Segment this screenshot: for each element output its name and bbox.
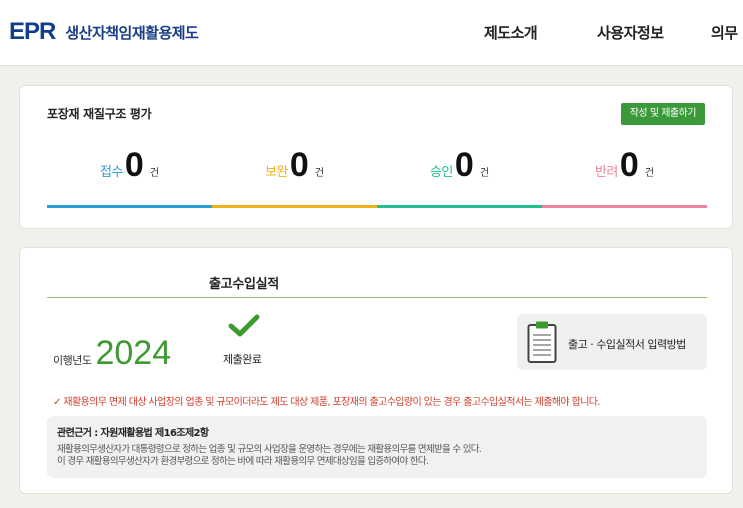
stat-rejected[interactable]: 반려 0 건 [542, 148, 707, 208]
stat-supplement[interactable]: 보완 0 건 [212, 148, 377, 208]
legal-reference-line: 이 경우 재활용의무생산자가 환경부령으로 정하는 바에 따라 재활용의무 면제… [57, 456, 429, 467]
evaluation-stats: 접수 0 건 보완 0 건 승인 0 건 반려 0 건 [47, 148, 707, 208]
legal-reference-box: 관련근거 : 자원재활용법 제16조제2항 재활용의무생산자가 대통령령으로 정… [47, 416, 707, 478]
stat-bar [47, 205, 212, 208]
top-header: EPR 생산자책임재활용제도 제도소개 사용자정보 의무 [0, 0, 743, 66]
stat-received[interactable]: 접수 0 건 [47, 148, 212, 208]
clipboard-icon [527, 321, 557, 363]
stat-count: 0 [454, 146, 474, 184]
stat-count: 0 [289, 146, 309, 184]
input-guide-button[interactable]: 출고 · 수입실적서 입력방법 [517, 314, 707, 370]
shipping-card: 출고수입실적 이행년도 2024 제출완료 출고 · 수입실적서 입력방법 ✓ … [19, 247, 733, 494]
shipping-header: 출고수입실적 [47, 260, 707, 298]
input-guide-label: 출고 · 수입실적서 입력방법 [568, 338, 686, 351]
stat-label: 승인 [429, 165, 453, 180]
exemption-notice: ✓ 재활용의무 면제 대상 사업장의 업종 및 규모이더라도 제도 대상 제품,… [53, 397, 601, 408]
shipping-title: 출고수입실적 [209, 277, 279, 292]
nav-item-obligation[interactable]: 의무 [711, 22, 738, 43]
main-nav: 제도소개 사용자정보 의무 [0, 22, 743, 46]
stat-bar [377, 205, 542, 208]
legal-reference-title: 관련근거 : 자원재활용법 제16조제2항 [57, 428, 209, 439]
stat-unit: 건 [149, 168, 160, 179]
stat-count: 0 [619, 146, 639, 184]
evaluation-card: 포장재 재질구조 평가 작성 및 제출하기 접수 0 건 보완 0 건 승인 0… [19, 85, 733, 229]
check-icon [228, 314, 260, 337]
stat-approved[interactable]: 승인 0 건 [377, 148, 542, 208]
nav-item-user-info[interactable]: 사용자정보 [597, 22, 664, 43]
year-label: 이행년도 [53, 354, 92, 367]
stat-count: 0 [124, 146, 144, 184]
year-block: 이행년도 2024 [53, 336, 171, 370]
stat-bar [542, 205, 707, 208]
stat-label: 반려 [594, 165, 618, 180]
year-value: 2024 [95, 334, 172, 372]
stat-label: 보완 [264, 165, 288, 180]
evaluation-title: 포장재 재질구조 평가 [47, 107, 152, 121]
stat-label: 접수 [99, 165, 123, 180]
write-submit-button[interactable]: 작성 및 제출하기 [620, 103, 705, 125]
stat-unit: 건 [479, 168, 490, 179]
submission-status: 제출완료 [223, 353, 262, 366]
nav-item-system-intro[interactable]: 제도소개 [484, 22, 538, 43]
stat-unit: 건 [314, 168, 325, 179]
stat-bar [212, 205, 377, 208]
stat-unit: 건 [644, 168, 655, 179]
